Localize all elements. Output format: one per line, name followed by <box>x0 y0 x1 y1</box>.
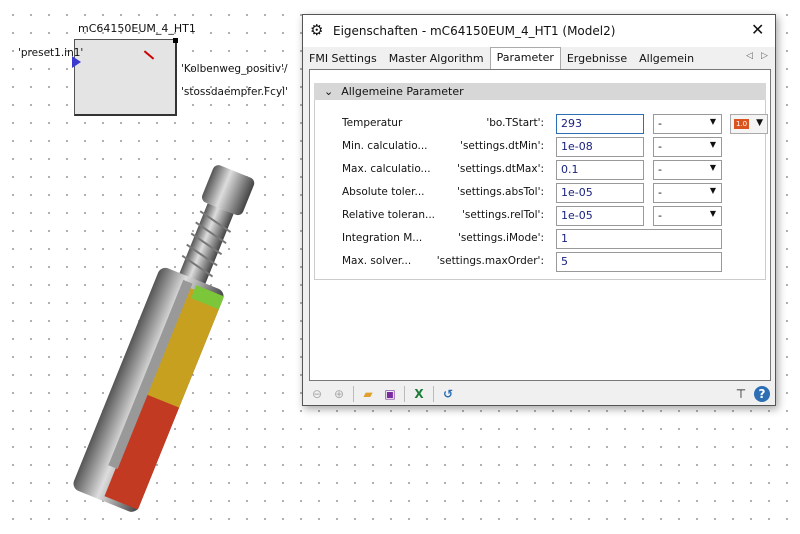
parameter-value-input[interactable]: 1 <box>556 229 722 249</box>
parameter-label: Relative toleran... <box>342 209 436 221</box>
help-icon[interactable]: ? <box>754 386 770 402</box>
open-folder-icon[interactable]: ▰ <box>360 386 376 402</box>
tab-parameter[interactable]: Parameter <box>489 47 561 69</box>
parameter-label: Min. calculatio... <box>342 140 428 152</box>
value-type-button[interactable]: 1.0 ▼ <box>730 114 768 134</box>
unit-select[interactable]: - ▼ <box>653 114 722 134</box>
unit-select[interactable]: - ▼ <box>653 137 722 157</box>
parameter-name: 'bo.TStart': <box>486 117 544 129</box>
parameter-value-input[interactable]: 293 <box>556 114 644 134</box>
parameter-name: 'settings.iMode': <box>457 232 544 244</box>
parameter-name: 'settings.relTol': <box>462 209 544 221</box>
arrow-icon <box>143 50 155 60</box>
parameter-row: Integration M... 'settings.iMode': 1 <box>342 229 762 249</box>
chevron-down-icon: ▼ <box>709 186 716 195</box>
tab-scroll-right-icon[interactable]: ▷ <box>761 51 768 61</box>
output-label: 'stossdaempfer.Fcyl' <box>181 86 288 98</box>
properties-dialog: ⚙ Eigenschaften - mC64150EUM_4_HT1 (Mode… <box>302 14 776 406</box>
parameter-row: Temperatur 'bo.TStart': 293- ▼ 1.0 ▼ <box>342 114 768 134</box>
group-header[interactable]: ⌄ Allgemeine Parameter <box>314 83 766 100</box>
parameter-row: Relative toleran... 'settings.relTol': 1… <box>342 206 762 226</box>
bottom-toolbar: ⊖ ⊕ ▰ ▣ X ↺ ⊤ ? <box>303 383 775 405</box>
tab-allgemein[interactable]: Allgemein <box>633 49 700 69</box>
parameter-label: Absolute toler... <box>342 186 425 198</box>
shock-absorber-image <box>73 165 255 512</box>
tab-ergebnisse[interactable]: Ergebnisse <box>561 49 633 69</box>
parameter-name: 'settings.maxOrder': <box>436 255 544 267</box>
badge: 1.0 <box>734 119 750 129</box>
refresh-icon[interactable]: ↺ <box>440 386 456 402</box>
unit-value: - <box>658 117 662 130</box>
output-label: 'Kolbenweg_positiv'/ <box>181 63 288 75</box>
gear-icon: ⚙ <box>310 21 324 39</box>
unit-value: - <box>658 140 662 153</box>
tab-fmi-settings[interactable]: FMI Settings <box>303 49 383 69</box>
unit-value: - <box>658 186 662 199</box>
parameter-label: Max. calculatio... <box>342 163 431 175</box>
parameter-value-input[interactable]: 0.1 <box>556 160 644 180</box>
unit-select[interactable]: - ▼ <box>653 206 722 226</box>
unit-value: - <box>658 163 662 176</box>
unit-value: - <box>658 209 662 222</box>
forward-icon[interactable]: ⊕ <box>331 386 347 402</box>
excel-icon[interactable]: X <box>411 386 427 402</box>
chevron-down-icon: ▼ <box>709 209 716 218</box>
pin-icon[interactable]: ⊤ <box>733 386 749 402</box>
tab-master-algorithm[interactable]: Master Algorithm <box>383 49 490 69</box>
save-icon[interactable]: ▣ <box>382 386 398 402</box>
group-title: Allgemeine Parameter <box>341 85 464 98</box>
parameter-row: Min. calculatio... 'settings.dtMin': 1e-… <box>342 137 762 157</box>
resize-handle[interactable] <box>173 38 178 43</box>
chevron-down-icon: ▼ <box>709 163 716 172</box>
parameter-value-input[interactable]: 5 <box>556 252 722 272</box>
tab-scroll-left-icon[interactable]: ◁ <box>746 51 753 61</box>
tab-bar: FMI Settings Master Algorithm Parameter … <box>303 47 775 69</box>
dialog-title: Eigenschaften - mC64150EUM_4_HT1 (Model2… <box>333 24 616 38</box>
parameter-row: Max. solver... 'settings.maxOrder': 5 <box>342 252 762 272</box>
block-title: mC64150EUM_4_HT1 <box>78 22 196 35</box>
chevron-down-icon: ⌄ <box>324 85 334 98</box>
chevron-down-icon: ▼ <box>709 117 716 126</box>
parameter-label: Temperatur <box>342 117 403 129</box>
parameter-value-input[interactable]: 1e-05 <box>556 183 644 203</box>
unit-select[interactable]: - ▼ <box>653 183 722 203</box>
parameter-name: 'settings.dtMin': <box>460 140 544 152</box>
title-bar: ⚙ Eigenschaften - mC64150EUM_4_HT1 (Mode… <box>303 15 775 47</box>
parameter-panel: ⌄ Allgemeine Parameter Temperatur 'bo.TSt… <box>309 69 771 381</box>
parameter-value-input[interactable]: 1e-08 <box>556 137 644 157</box>
parameter-value-input[interactable]: 1e-05 <box>556 206 644 226</box>
parameter-label: Integration M... <box>342 232 423 244</box>
parameter-name: 'settings.dtMax': <box>456 163 544 175</box>
parameter-row: Max. calculatio... 'settings.dtMax': 0.1… <box>342 160 762 180</box>
chevron-down-icon: ▼ <box>709 140 716 149</box>
chevron-down-icon: ▼ <box>756 118 763 128</box>
input-label: 'preset1.in1' <box>18 47 84 59</box>
fmu-block[interactable] <box>74 38 178 116</box>
back-icon[interactable]: ⊖ <box>309 386 325 402</box>
unit-select[interactable]: - ▼ <box>653 160 722 180</box>
parameter-label: Max. solver... <box>342 255 412 267</box>
parameter-row: Absolute toler... 'settings.absTol': 1e-… <box>342 183 762 203</box>
close-icon[interactable]: ✕ <box>751 20 764 39</box>
parameter-name: 'settings.absTol': <box>456 186 544 198</box>
